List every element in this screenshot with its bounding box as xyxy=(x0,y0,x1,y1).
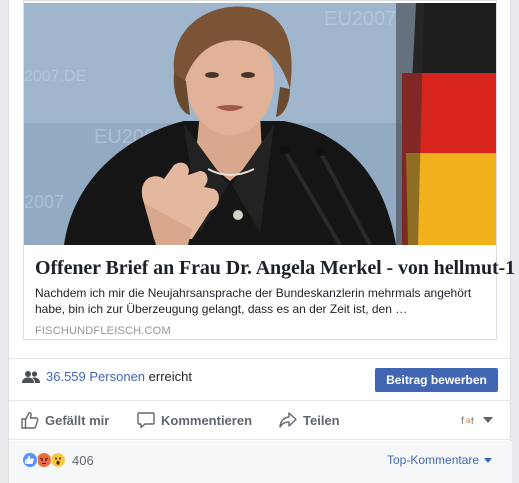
link-preview[interactable]: EU2007 2007.DE EU2007 2007 Offener Brief… xyxy=(23,0,515,340)
svg-text:f: f xyxy=(471,416,474,426)
reactions-row: 406 Top-Kommentare xyxy=(9,441,512,483)
link-domain: FISCHUNDFLEISCH.COM xyxy=(35,325,171,337)
chevron-down-icon xyxy=(484,457,493,463)
comment-sort-dropdown[interactable]: Top-Kommentare xyxy=(387,453,493,467)
chevron-down-icon xyxy=(483,417,493,423)
post-as-selector[interactable]: f a f xyxy=(461,414,493,426)
page-avatar-icon: f a f xyxy=(461,416,474,426)
reach-row: 36.559 Personen erreicht Beitrag bewerbe… xyxy=(9,358,512,396)
post-actions: Gefällt mir Kommentieren Teilen f a f xyxy=(9,400,512,440)
angry-reaction-icon xyxy=(36,452,52,468)
link-title[interactable]: Offener Brief an Frau Dr. Angela Merkel … xyxy=(35,257,515,280)
share-arrow-icon xyxy=(279,412,297,428)
link-description: Nachdem ich mir die Neujahrsansprache de… xyxy=(35,286,472,316)
reach-count[interactable]: 36.559 xyxy=(46,369,86,384)
reaction-count[interactable]: 406 xyxy=(72,453,94,468)
svg-text:2007.DE: 2007.DE xyxy=(24,68,86,85)
post-card: EU2007 2007.DE EU2007 2007 Offener Brief… xyxy=(8,0,515,483)
like-reaction-icon xyxy=(22,452,38,468)
reach-reached-label: erreicht xyxy=(148,369,193,384)
people-icon xyxy=(22,371,40,383)
reach-text: 36.559 Personen erreicht xyxy=(46,369,192,384)
svg-text:2007: 2007 xyxy=(24,192,64,212)
comment-button[interactable]: Kommentieren xyxy=(137,411,252,429)
svg-text:f: f xyxy=(461,416,464,426)
comment-icon xyxy=(137,412,155,429)
share-button[interactable]: Teilen xyxy=(279,411,340,429)
share-label: Teilen xyxy=(303,412,340,428)
svg-text:EU2007: EU2007 xyxy=(324,8,396,30)
reaction-summary[interactable]: 406 xyxy=(22,452,94,468)
like-label: Gefällt mir xyxy=(45,412,110,428)
thumbs-up-icon xyxy=(21,412,39,429)
comment-label: Kommentieren xyxy=(161,412,253,428)
wow-reaction-icon xyxy=(50,452,66,468)
like-button[interactable]: Gefällt mir xyxy=(21,411,109,429)
portrait-photo: EU2007 2007.DE EU2007 2007 xyxy=(24,3,496,245)
sort-label: Top-Kommentare xyxy=(387,453,480,467)
preview-image[interactable]: EU2007 2007.DE EU2007 2007 xyxy=(24,3,496,245)
boost-post-button[interactable]: Beitrag bewerben xyxy=(375,368,498,392)
reach-people-label[interactable]: Personen xyxy=(89,369,145,384)
